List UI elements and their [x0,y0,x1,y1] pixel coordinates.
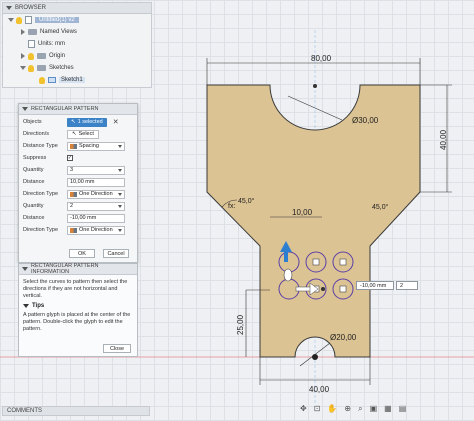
chevron-down-icon [23,304,29,308]
collapse-icon[interactable] [22,267,28,271]
direction-type-2-dropdown[interactable]: One Direction [67,225,125,235]
orbit-icon[interactable]: ✥ [300,405,307,413]
objects-select-button[interactable]: ↖ 1 selected [67,117,107,127]
row-direction-type-2: Direction Type One Direction [23,225,133,235]
collapse-icon[interactable] [22,107,28,111]
browser-item-origin[interactable]: Origin [21,51,65,61]
folder-icon [28,29,37,35]
stepper-icon[interactable] [118,204,122,208]
ok-button[interactable]: OK [69,249,95,258]
browser-title: BROWSER [15,5,47,11]
row-direction-type-1: Direction Type One Direction [23,189,133,199]
dim-bottom-width[interactable]: 40,00 [309,385,330,394]
collapse-icon[interactable] [6,6,12,10]
close-button[interactable]: Close [103,344,131,353]
browser-header[interactable]: BROWSER [3,3,151,14]
cursor-icon: ↖ [72,131,77,137]
tips-toggle[interactable]: Tips [19,300,137,312]
visibility-bulb-icon[interactable] [39,76,45,84]
dim-top-width[interactable]: 80,00 [311,54,332,63]
quantity-1-input[interactable]: 3 [67,165,125,175]
row-suppress: Suppress ✓ [23,154,73,161]
visibility-bulb-icon[interactable] [16,16,22,24]
row-distance-2: Distance -10,00 mm [23,213,133,223]
browser-panel: BROWSER Untitled(1) v2 Named Views Units… [2,2,152,88]
dim-left-height[interactable]: 25,00 [236,314,245,335]
suppress-checkbox[interactable]: ✓ [67,155,73,161]
dim-chamfer-right[interactable]: 45,0° [372,203,389,211]
cancel-button[interactable]: Cancel [103,249,129,258]
dialog-title: RECTANGULAR PATTERN [31,106,99,112]
row-quantity-2: Quantity 2 [23,201,133,211]
info-header[interactable]: RECTANGULAR PATTERN INFORMATION [19,263,137,275]
document-name: Untitled(1) v2 [35,17,79,23]
info-text-2: A pattern glyph is placed at the center … [23,312,131,332]
dim-spacing[interactable]: 10,00 [292,208,313,217]
viewports-icon[interactable]: ▤ [399,405,407,413]
distance-1-input[interactable]: 10,00 mm [67,177,125,187]
pan-icon[interactable]: ✋ [327,405,337,413]
direction-icon [70,191,77,197]
directions-select-button[interactable]: ↖ Select [67,129,99,139]
grid-icon[interactable]: ▦ [384,405,392,413]
pattern-distance-input[interactable]: -10,00 mm [356,281,394,290]
expand-icon[interactable] [21,53,25,59]
dim-bottom-arc[interactable]: Ø20,00 [330,333,357,342]
info-text-1: Select the curves to pattern then select… [23,279,128,299]
row-directions: Direction/s ↖ Select [23,129,133,139]
browser-item-units[interactable]: Units: mm [21,39,65,49]
dim-chamfer-left[interactable]: 45,0° [238,197,255,205]
row-distance-1: Distance 10,00 mm [23,177,133,187]
expand-icon[interactable] [8,18,14,22]
dim-chamfer-left-prefix: fx: [228,203,235,210]
folder-icon [37,53,46,59]
comments-panel[interactable]: COMMENTS [2,406,150,416]
fit-icon[interactable]: ⌕ [358,405,362,413]
clear-selection-icon[interactable]: ✕ [113,118,119,126]
display-settings-icon[interactable]: ▣ [370,405,378,413]
chevron-down-icon [118,228,122,232]
info-title: RECTANGULAR PATTERN INFORMATION [31,263,99,275]
dim-top-arc[interactable]: Ø30,00 [352,116,379,125]
comments-title: COMMENTS [7,408,42,414]
pattern-information-panel: RECTANGULAR PATTERN INFORMATION Select t… [18,263,138,357]
chevron-down-icon [118,192,122,196]
expand-icon[interactable] [21,29,25,35]
row-objects: Objects ↖ 1 selected ✕ [23,117,119,127]
browser-document-row[interactable]: Untitled(1) v2 [8,15,79,25]
visibility-bulb-icon[interactable] [28,64,34,72]
distance-2-input[interactable]: -10,00 mm [67,213,125,223]
browser-item-sketches[interactable]: Sketches [20,63,74,73]
quantity-2-input[interactable]: 2 [67,201,125,211]
dim-right-height[interactable]: 40,00 [439,129,448,150]
direction-type-1-dropdown[interactable]: One Direction [67,189,125,199]
distance-type-dropdown[interactable]: Spacing [67,141,125,151]
rectangular-pattern-dialog: RECTANGULAR PATTERN Objects ↖ 1 selected … [18,103,138,263]
look-at-icon[interactable]: ⊡ [314,405,321,413]
navigation-bar: ✥ ⊡ ✋ ⊕ ⌕ ▣ ▦ ▤ [300,405,406,413]
zoom-icon[interactable]: ⊕ [344,405,351,413]
browser-item-sketch1[interactable]: Sketch1 [39,75,85,85]
chevron-down-icon [118,144,122,148]
expand-icon[interactable] [20,66,26,70]
document-icon [25,16,32,24]
browser-item-named-views[interactable]: Named Views [21,27,77,37]
dialog-header[interactable]: RECTANGULAR PATTERN [19,104,137,115]
folder-icon [37,65,46,71]
pattern-quantity-input[interactable]: 2 [396,281,418,290]
direction-icon [70,227,77,233]
units-icon [28,40,35,48]
cursor-icon: ↖ [71,119,76,125]
row-quantity-1: Quantity 3 [23,165,133,175]
spacing-icon [70,143,77,149]
sketch-icon [48,77,56,83]
visibility-bulb-icon[interactable] [28,52,34,60]
stepper-icon[interactable] [118,168,122,172]
row-distance-type: Distance Type Spacing [23,141,133,151]
